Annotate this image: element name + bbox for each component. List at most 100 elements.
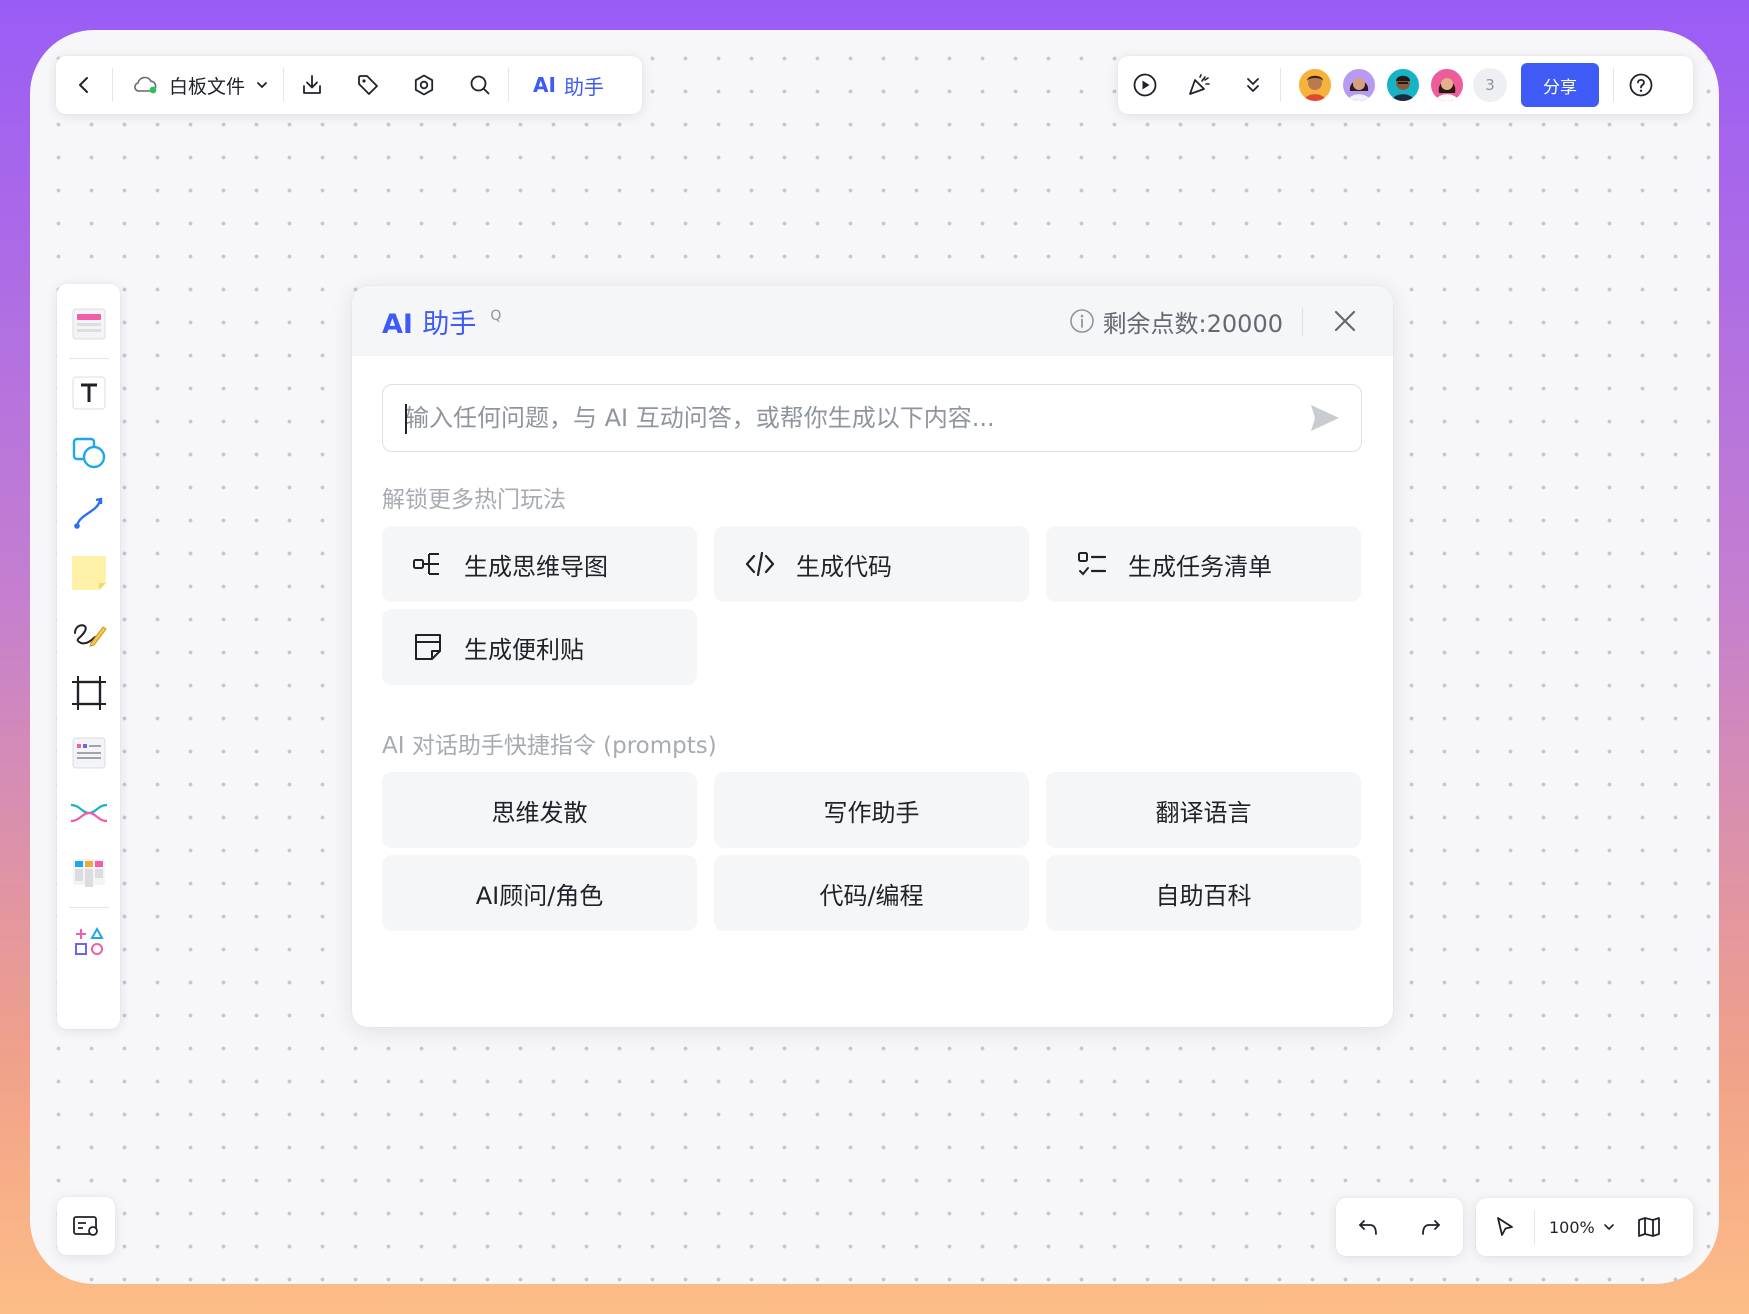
feature-label: 生成便利贴 bbox=[464, 635, 584, 664]
ai-panel-title-zh: 助手 bbox=[422, 308, 477, 340]
tag-icon bbox=[358, 75, 378, 95]
divider bbox=[1302, 308, 1303, 336]
template-icon bbox=[72, 308, 105, 340]
generate-checklist-button[interactable]: 生成任务清单 bbox=[1046, 526, 1361, 602]
divider bbox=[68, 907, 109, 908]
ai-assistant-panel: AI 助手 Q 剩余点数:20000 解锁更多热门玩法 生成思维导图 bbox=[352, 286, 1393, 1027]
feature-label: 生成思维导图 bbox=[464, 552, 608, 581]
top-left-toolbar: 白板文件 AI 助手 bbox=[56, 56, 642, 114]
prompt-coding-button[interactable]: 代码/编程 bbox=[714, 855, 1029, 931]
divider bbox=[68, 358, 109, 359]
settings-button[interactable] bbox=[396, 56, 452, 114]
gear-icon bbox=[414, 74, 434, 96]
info-icon bbox=[1069, 309, 1094, 333]
features-section-label: 解锁更多热门玩法 bbox=[382, 487, 566, 513]
share-button[interactable]: 分享 bbox=[1521, 63, 1599, 107]
history-controls bbox=[1336, 1198, 1463, 1256]
generate-sticky-note-button[interactable]: 生成便利贴 bbox=[382, 609, 697, 685]
cursor-pointer-icon bbox=[1497, 1217, 1513, 1236]
document-card-icon bbox=[72, 737, 105, 769]
search-button[interactable] bbox=[452, 56, 508, 114]
sticky-note-icon bbox=[415, 634, 441, 660]
avatar[interactable] bbox=[1341, 67, 1377, 103]
avatar[interactable] bbox=[1429, 67, 1465, 103]
export-button[interactable] bbox=[284, 56, 340, 114]
chevron-down-icon bbox=[1603, 1224, 1614, 1231]
send-button[interactable] bbox=[1297, 390, 1353, 446]
prompt-advisor-button[interactable]: AI顾问/角色 bbox=[382, 855, 697, 931]
tag-button[interactable] bbox=[340, 56, 396, 114]
download-icon bbox=[303, 75, 321, 94]
remaining-credits: 剩余点数:20000 bbox=[1069, 286, 1283, 356]
back-button[interactable] bbox=[56, 56, 112, 114]
collaborator-avatars[interactable]: 3 bbox=[1281, 67, 1521, 103]
ai-prompt-field bbox=[382, 384, 1362, 452]
prompt-encyclopedia-button[interactable]: 自助百科 bbox=[1046, 855, 1361, 931]
book-map-icon bbox=[1637, 1217, 1660, 1237]
play-circle-icon bbox=[1133, 73, 1157, 97]
kanban-board-icon bbox=[72, 859, 105, 887]
kanban-tool[interactable] bbox=[57, 843, 120, 903]
add-shapes-icon bbox=[74, 926, 104, 955]
send-icon bbox=[1311, 405, 1339, 431]
connector-tool[interactable] bbox=[57, 483, 120, 543]
whiteboard-canvas[interactable]: 白板文件 AI 助手 3 分享 100% AI 助手 Q 剩余点数:20000 … bbox=[30, 30, 1719, 1284]
text-tool[interactable] bbox=[57, 363, 120, 423]
party-popper-icon bbox=[1189, 74, 1210, 95]
more-tools-button[interactable] bbox=[57, 912, 120, 972]
sticky-note-tool-icon bbox=[71, 556, 106, 590]
mindmap-tool[interactable] bbox=[57, 783, 120, 843]
generate-code-button[interactable]: 生成代码 bbox=[714, 526, 1029, 602]
shapes-icon bbox=[72, 437, 105, 469]
help-button[interactable] bbox=[1614, 56, 1668, 114]
shape-tool[interactable] bbox=[57, 423, 120, 483]
checklist-icon bbox=[1078, 552, 1107, 576]
prompt-writing-button[interactable]: 写作助手 bbox=[714, 772, 1029, 848]
undo-button[interactable] bbox=[1336, 1198, 1399, 1256]
ai-label-latin: AI bbox=[533, 73, 556, 97]
ai-panel-title: AI 助手 bbox=[382, 302, 476, 341]
map-view-button[interactable] bbox=[1627, 1198, 1671, 1256]
file-menu[interactable]: 白板文件 bbox=[113, 56, 283, 114]
minimap-icon bbox=[73, 1216, 98, 1236]
prompt-translate-button[interactable]: 翻译语言 bbox=[1046, 772, 1361, 848]
search-icon bbox=[470, 75, 490, 95]
ai-panel-header: AI 助手 Q 剩余点数:20000 bbox=[352, 286, 1393, 356]
zoom-value: 100% bbox=[1549, 1217, 1595, 1237]
content-tool[interactable] bbox=[57, 723, 120, 783]
help-circle-icon bbox=[1629, 73, 1653, 97]
mindmap-branch-icon bbox=[70, 803, 107, 823]
ai-prompt-input[interactable] bbox=[383, 388, 1297, 448]
avatar[interactable] bbox=[1385, 67, 1421, 103]
template-tool[interactable] bbox=[57, 294, 120, 354]
more-button[interactable] bbox=[1226, 56, 1280, 114]
redo-button[interactable] bbox=[1399, 1198, 1462, 1256]
code-icon bbox=[745, 551, 775, 577]
undo-icon bbox=[1358, 1220, 1377, 1235]
redo-icon bbox=[1421, 1220, 1440, 1235]
ai-panel-title-latin: AI bbox=[382, 308, 413, 340]
prompt-brainstorm-button[interactable]: 思维发散 bbox=[382, 772, 697, 848]
celebrate-button[interactable] bbox=[1172, 56, 1226, 114]
text-caret bbox=[405, 404, 407, 434]
sticky-note-tool[interactable] bbox=[57, 543, 120, 603]
zoom-controls: 100% bbox=[1476, 1198, 1693, 1256]
double-chevron-down-icon bbox=[1247, 78, 1259, 92]
pen-tool[interactable] bbox=[57, 603, 120, 663]
generate-mindmap-button[interactable]: 生成思维导图 bbox=[382, 526, 697, 602]
minimap-button[interactable] bbox=[57, 1197, 115, 1255]
cloud-synced-icon bbox=[134, 76, 157, 94]
present-button[interactable] bbox=[1118, 56, 1172, 114]
zoom-select[interactable]: 100% bbox=[1535, 1198, 1627, 1256]
credits-text: 剩余点数:20000 bbox=[1102, 309, 1283, 338]
select-mode-button[interactable] bbox=[1476, 1198, 1534, 1256]
ai-label-zh: 助手 bbox=[563, 74, 604, 99]
frame-tool[interactable] bbox=[57, 663, 120, 723]
pen-scribble-icon bbox=[73, 624, 107, 647]
close-icon[interactable] bbox=[1331, 307, 1359, 335]
extra-collaborators-count[interactable]: 3 bbox=[1473, 68, 1507, 102]
feature-label: 生成任务清单 bbox=[1128, 552, 1272, 581]
mindmap-icon bbox=[413, 553, 439, 575]
avatar[interactable] bbox=[1297, 67, 1333, 103]
ai-assistant-button[interactable]: AI 助手 bbox=[509, 56, 622, 114]
